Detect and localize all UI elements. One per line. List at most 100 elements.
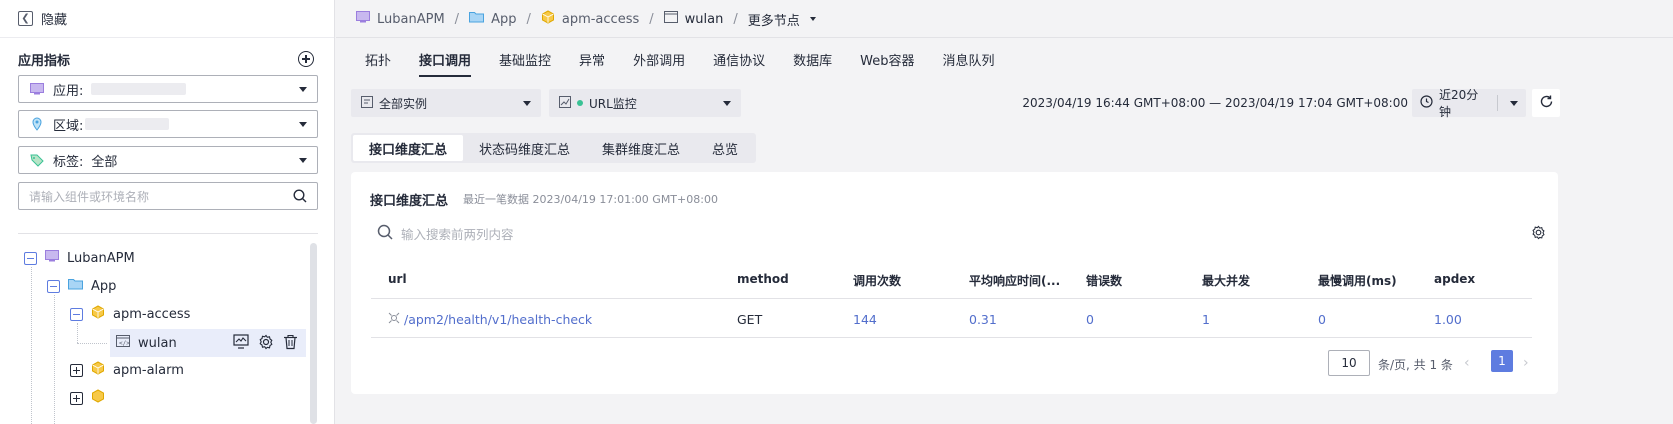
instance-icon (361, 95, 373, 111)
component-search-placeholder: 请输入组件或环境名称 (29, 189, 150, 204)
tab-database[interactable]: 数据库 (779, 50, 846, 76)
url-status-icon (388, 312, 400, 327)
tree-node-lubanapm[interactable]: LubanAPM (24, 245, 135, 271)
tree-guide (54, 295, 55, 424)
breadcrumb-item-lubanapm[interactable]: LubanAPM (377, 12, 445, 27)
card-subtitle: 最近一笔数据 2023/04/19 17:01:00 GMT+08:00 (463, 193, 718, 206)
breadcrumb-item-apm-access[interactable]: apm-access (562, 12, 639, 27)
chevron-left-icon[interactable]: ‹ (1464, 355, 1470, 371)
monitor-icon[interactable] (233, 334, 249, 354)
app-icon (29, 82, 45, 96)
hide-label: 隐藏 (41, 13, 68, 28)
cell-slowest-call[interactable]: 0 (1318, 312, 1326, 327)
cell-method: GET (737, 312, 763, 327)
divider (18, 233, 318, 234)
collapse-toggle[interactable] (24, 251, 37, 265)
column-header-apdex[interactable]: apdex (1434, 272, 1475, 286)
tag-filter-label: 标签: (53, 154, 84, 170)
trash-icon[interactable] (283, 334, 298, 354)
column-header-call-count[interactable]: 调用次数 (853, 272, 901, 289)
collapse-toggle[interactable] (70, 307, 83, 321)
table-search-input[interactable]: 输入搜索前两列内容 (377, 224, 514, 243)
search-icon[interactable] (293, 189, 307, 203)
tab-message-queue[interactable]: 消息队列 (928, 50, 1008, 76)
tree-guide (77, 343, 107, 344)
page-button-current[interactable]: 1 (1491, 350, 1513, 372)
add-circle-icon[interactable] (298, 51, 314, 67)
main-panel: LubanAPM / App / apm-access / wulan / 更多… (336, 0, 1673, 424)
breadcrumb-item-app[interactable]: App (491, 12, 516, 27)
refresh-button[interactable] (1532, 89, 1560, 117)
time-preset-value: 近20分钟 (1439, 88, 1479, 119)
cell-url-text[interactable]: /apm2/health/v1/health-check (404, 312, 592, 327)
tree-node-apm-access[interactable]: apm-access (70, 301, 190, 327)
tab-basic-monitoring[interactable]: 基础监控 (485, 50, 565, 76)
tag-filter-select[interactable]: 标签: 全部 (18, 146, 318, 174)
more-nodes-dropdown[interactable]: 更多节点 (748, 10, 800, 29)
tab-exceptions[interactable]: 异常 (565, 50, 619, 76)
search-icon (377, 224, 393, 243)
tree-node-wulan-selected[interactable]: </> wulan (110, 329, 306, 357)
app-icon (45, 250, 59, 266)
subtab-interface-summary[interactable]: 接口维度汇总 (353, 135, 464, 161)
refresh-icon (1539, 94, 1554, 113)
column-header-error-count[interactable]: 错误数 (1086, 272, 1122, 289)
subtab-status-code-summary[interactable]: 状态码维度汇总 (463, 135, 586, 161)
app-filter-label: 应用: (53, 83, 84, 99)
region-filter-value-masked (85, 118, 170, 130)
tab-web-container[interactable]: Web容器 (846, 50, 928, 76)
column-header-avg-response-time[interactable]: 平均响应时间(... (969, 272, 1060, 289)
tree-node-partial[interactable] (70, 385, 105, 411)
chevron-down-icon (299, 121, 307, 127)
column-header-method[interactable]: method (737, 272, 789, 286)
region-filter-label: 区域: (53, 118, 84, 134)
page-size-input[interactable]: 10 (1328, 350, 1370, 376)
breadcrumb: LubanAPM / App / apm-access / wulan / 更多… (356, 10, 816, 29)
collapse-toggle[interactable] (47, 279, 60, 293)
pagination-summary: 条/页, 共 1 条 (1378, 358, 1453, 372)
tree-node-label: wulan (138, 335, 177, 351)
sidebar-scrollbar[interactable] (310, 243, 317, 424)
monitor-select[interactable]: URL监控 (549, 89, 741, 117)
tab-protocols[interactable]: 通信协议 (699, 50, 779, 76)
gear-icon[interactable] (258, 334, 274, 354)
cell-url[interactable]: /apm2/health/v1/health-check (388, 312, 592, 327)
expand-toggle[interactable] (70, 363, 83, 377)
cell-apdex[interactable]: 1.00 (1434, 312, 1462, 327)
tree-node-app[interactable]: App (47, 273, 116, 299)
status-dot (577, 100, 583, 106)
chevron-right-icon[interactable]: › (1523, 355, 1529, 371)
breadcrumb-item-wulan: wulan (684, 11, 724, 27)
column-header-slowest-call[interactable]: 最慢调用(ms) (1318, 272, 1397, 289)
column-header-url[interactable]: url (388, 272, 407, 286)
tree-node-wulan[interactable]: </> wulan (116, 330, 177, 356)
chevron-down-icon (523, 100, 531, 106)
tab-external-calls[interactable]: 外部调用 (619, 50, 699, 76)
tab-interface-calls[interactable]: 接口调用 (405, 50, 485, 77)
cell-max-concurrency[interactable]: 1 (1202, 312, 1210, 327)
tree-node-apm-alarm[interactable]: apm-alarm (70, 357, 184, 383)
hide-sidebar-toggle[interactable]: ❮ 隐藏 (0, 0, 334, 38)
monitor-select-value: URL监控 (589, 96, 637, 111)
table-header: url method 调用次数 平均响应时间(... 错误数 最大并发 最慢调用… (371, 269, 1532, 299)
tree-guide (31, 267, 32, 424)
subtab-overview[interactable]: 总览 (696, 135, 754, 161)
cell-error-count[interactable]: 0 (1086, 312, 1094, 327)
instance-select-value: 全部实例 (379, 96, 428, 111)
tab-topology[interactable]: 拓扑 (351, 50, 405, 76)
sidebar: ❮ 隐藏 应用指标 应用: 区域: 标签: 全部 请输入组件或环境名称 Luba… (0, 0, 335, 424)
app-filter-select[interactable]: 应用: (18, 75, 318, 103)
component-search-input[interactable]: 请输入组件或环境名称 (18, 182, 318, 210)
cell-avg-response-time[interactable]: 0.31 (969, 312, 997, 327)
cell-call-count[interactable]: 144 (853, 312, 877, 327)
tree-node-label: apm-alarm (113, 362, 184, 378)
instance-select[interactable]: 全部实例 (351, 89, 541, 117)
time-preset-select[interactable]: 近20分钟 (1412, 88, 1526, 119)
chart-icon (559, 95, 571, 111)
region-filter-select[interactable]: 区域: (18, 110, 318, 138)
subtab-cluster-summary[interactable]: 集群维度汇总 (586, 135, 696, 161)
column-header-max-concurrency[interactable]: 最大并发 (1202, 272, 1250, 289)
table-settings-gear-icon[interactable] (1531, 225, 1546, 244)
expand-toggle[interactable] (70, 391, 83, 405)
component-cube-icon (541, 10, 555, 28)
